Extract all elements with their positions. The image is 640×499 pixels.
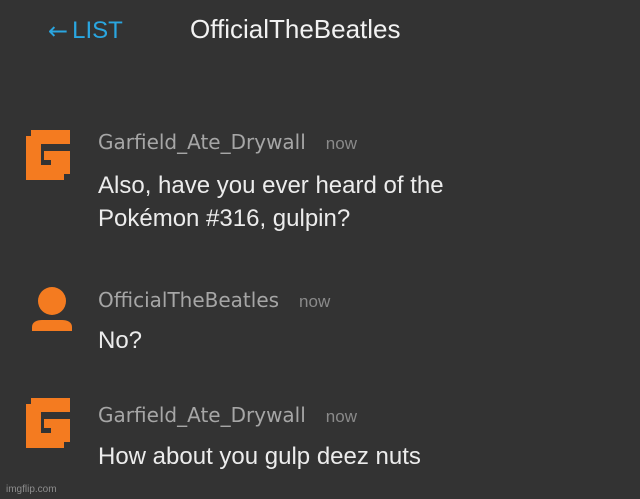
back-button-label: LIST <box>72 17 123 44</box>
message-username[interactable]: OfficialTheBeatles <box>98 288 279 312</box>
back-to-list-button[interactable]: ← LIST <box>48 14 123 48</box>
chat-header: ← LIST OfficialTheBeatles <box>0 0 640 60</box>
chat-screen: { "header": { "back_arrow": "←", "back_l… <box>0 0 640 499</box>
message-text: How about you gulp deez nuts <box>98 443 421 470</box>
garfield-g-logo-icon[interactable] <box>26 130 76 180</box>
back-arrow-icon: ← <box>48 17 69 45</box>
message-username[interactable]: Garfield_Ate_Drywall <box>98 403 306 427</box>
message-text: Also, have you ever heard of the Pokémon… <box>98 172 444 232</box>
garfield-g-logo-icon[interactable] <box>26 398 76 448</box>
message-meta: Garfield_Ate_Drywall now <box>98 130 357 154</box>
message-timestamp: now <box>299 292 331 311</box>
chat-title: OfficialTheBeatles <box>190 14 401 44</box>
message-timestamp: now <box>325 134 357 153</box>
message-meta: Garfield_Ate_Drywall now <box>98 403 357 427</box>
default-user-icon[interactable] <box>26 287 76 337</box>
message-timestamp: now <box>325 407 357 426</box>
message-username[interactable]: Garfield_Ate_Drywall <box>98 130 306 154</box>
message-text: No? <box>98 327 143 354</box>
imgflip-watermark: imgflip.com <box>6 484 57 495</box>
message-meta: OfficialTheBeatles now <box>98 288 330 312</box>
